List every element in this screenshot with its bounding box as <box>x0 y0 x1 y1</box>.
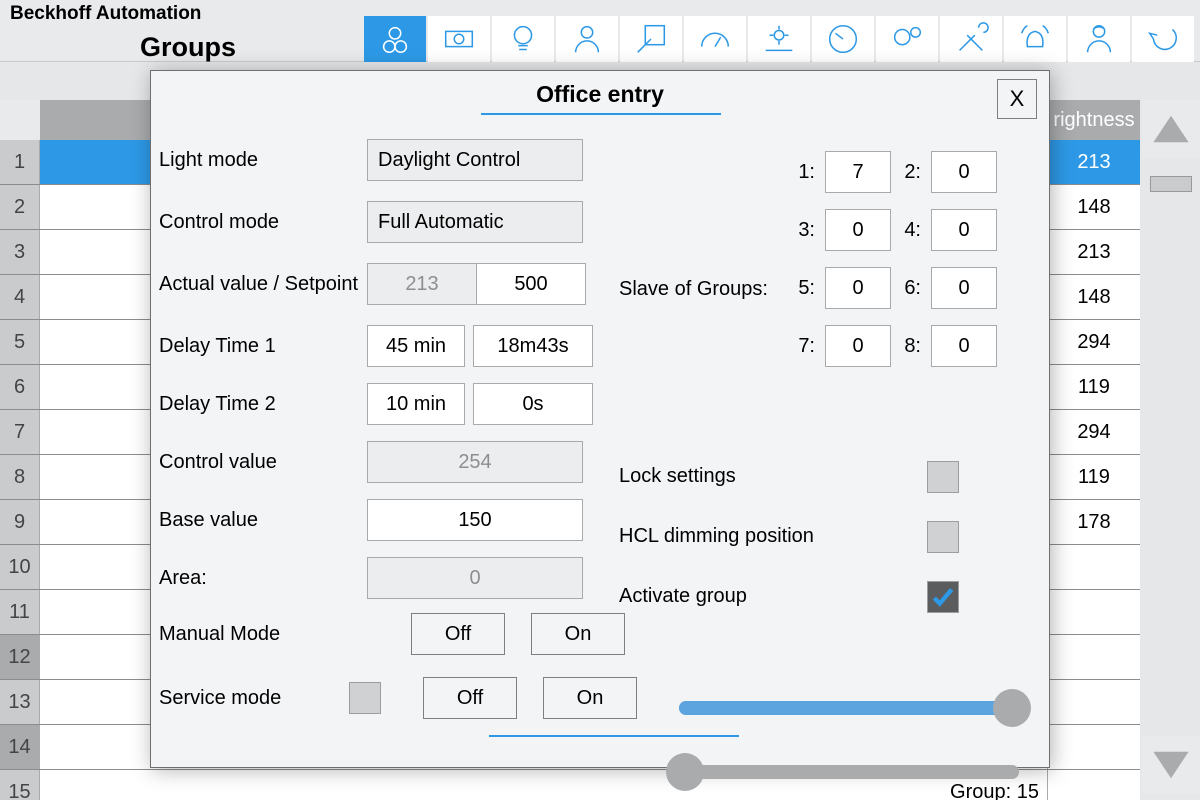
slave-6-field[interactable]: 0 <box>931 267 997 309</box>
delay1-label: Delay Time 1 <box>159 335 367 358</box>
delay2-remain-field: 0s <box>473 383 593 425</box>
slave-4-field[interactable]: 0 <box>931 209 997 251</box>
control-mode-label: Control mode <box>159 211 367 234</box>
slave-groups-label: Slave of Groups: <box>619 278 768 301</box>
area-field: 0 <box>367 557 583 599</box>
manual-slider[interactable] <box>679 693 1029 723</box>
slave-5-field[interactable]: 0 <box>825 267 891 309</box>
money-icon[interactable] <box>428 16 490 62</box>
lock-settings-checkbox[interactable] <box>927 461 959 493</box>
actual-value-field: 213 <box>367 263 477 305</box>
bulb-gear-icon[interactable] <box>876 16 938 62</box>
base-value-field[interactable]: 150 <box>367 499 583 541</box>
manual-off-button[interactable]: Off <box>411 613 505 655</box>
scroll-up-button[interactable] <box>1142 100 1200 158</box>
sun-icon[interactable] <box>748 16 810 62</box>
delay1-set-field[interactable]: 45 min <box>367 325 465 367</box>
group-edit-dialog: Office entry X Light mode Daylight Contr… <box>150 70 1050 768</box>
actual-setpoint-label: Actual value / Setpoint <box>159 273 367 296</box>
slave-2-field[interactable]: 0 <box>931 151 997 193</box>
service-mode-checkbox[interactable] <box>349 682 381 714</box>
delay1-remain-field: 18m43s <box>473 325 593 367</box>
back-icon[interactable] <box>1132 16 1194 62</box>
switch-icon[interactable] <box>620 16 682 62</box>
base-value-label: Base value <box>159 509 367 532</box>
bulb-icon[interactable] <box>492 16 554 62</box>
scroll-thumb[interactable] <box>1150 176 1192 192</box>
slave-8-field[interactable]: 0 <box>931 325 997 367</box>
slave-1-field[interactable]: 7 <box>825 151 891 193</box>
brand-label: Beckhoff Automation <box>10 3 201 25</box>
manual-on-button[interactable]: On <box>531 613 625 655</box>
slave-3-field[interactable]: 0 <box>825 209 891 251</box>
col-brightness-header: rightness <box>1048 100 1140 140</box>
operator-icon[interactable] <box>1068 16 1130 62</box>
service-on-button[interactable]: On <box>543 677 637 719</box>
bell-icon[interactable] <box>1004 16 1066 62</box>
hcl-label: HCL dimming position <box>619 525 814 548</box>
close-button[interactable]: X <box>997 79 1037 119</box>
service-mode-label: Service mode <box>159 687 367 710</box>
user-icon[interactable] <box>556 16 618 62</box>
control-mode-select[interactable]: Full Automatic <box>367 201 583 243</box>
groups-tab-icon[interactable] <box>364 16 426 62</box>
meter-icon[interactable] <box>812 16 874 62</box>
activate-group-label: Activate group <box>619 585 747 608</box>
tools-icon[interactable] <box>940 16 1002 62</box>
slave-7-field[interactable]: 0 <box>825 325 891 367</box>
lock-settings-label: Lock settings <box>619 465 736 488</box>
service-off-button[interactable]: Off <box>423 677 517 719</box>
activate-group-checkbox[interactable] <box>927 581 959 613</box>
dialog-title: Office entry <box>151 81 1049 108</box>
control-value-label: Control value <box>159 451 367 474</box>
manual-mode-label: Manual Mode <box>159 623 367 646</box>
light-mode-label: Light mode <box>159 149 367 172</box>
scroll-down-button[interactable] <box>1142 736 1200 794</box>
area-label: Area: <box>159 567 367 590</box>
control-value-field: 254 <box>367 441 583 483</box>
hcl-checkbox[interactable] <box>927 521 959 553</box>
icon-toolbar <box>364 16 1194 62</box>
delay2-set-field[interactable]: 10 min <box>367 383 465 425</box>
gauge-icon[interactable] <box>684 16 746 62</box>
service-slider[interactable] <box>669 757 1019 787</box>
delay2-label: Delay Time 2 <box>159 393 367 416</box>
page-title: Groups <box>140 32 236 63</box>
setpoint-field[interactable]: 500 <box>476 263 586 305</box>
light-mode-select[interactable]: Daylight Control <box>367 139 583 181</box>
